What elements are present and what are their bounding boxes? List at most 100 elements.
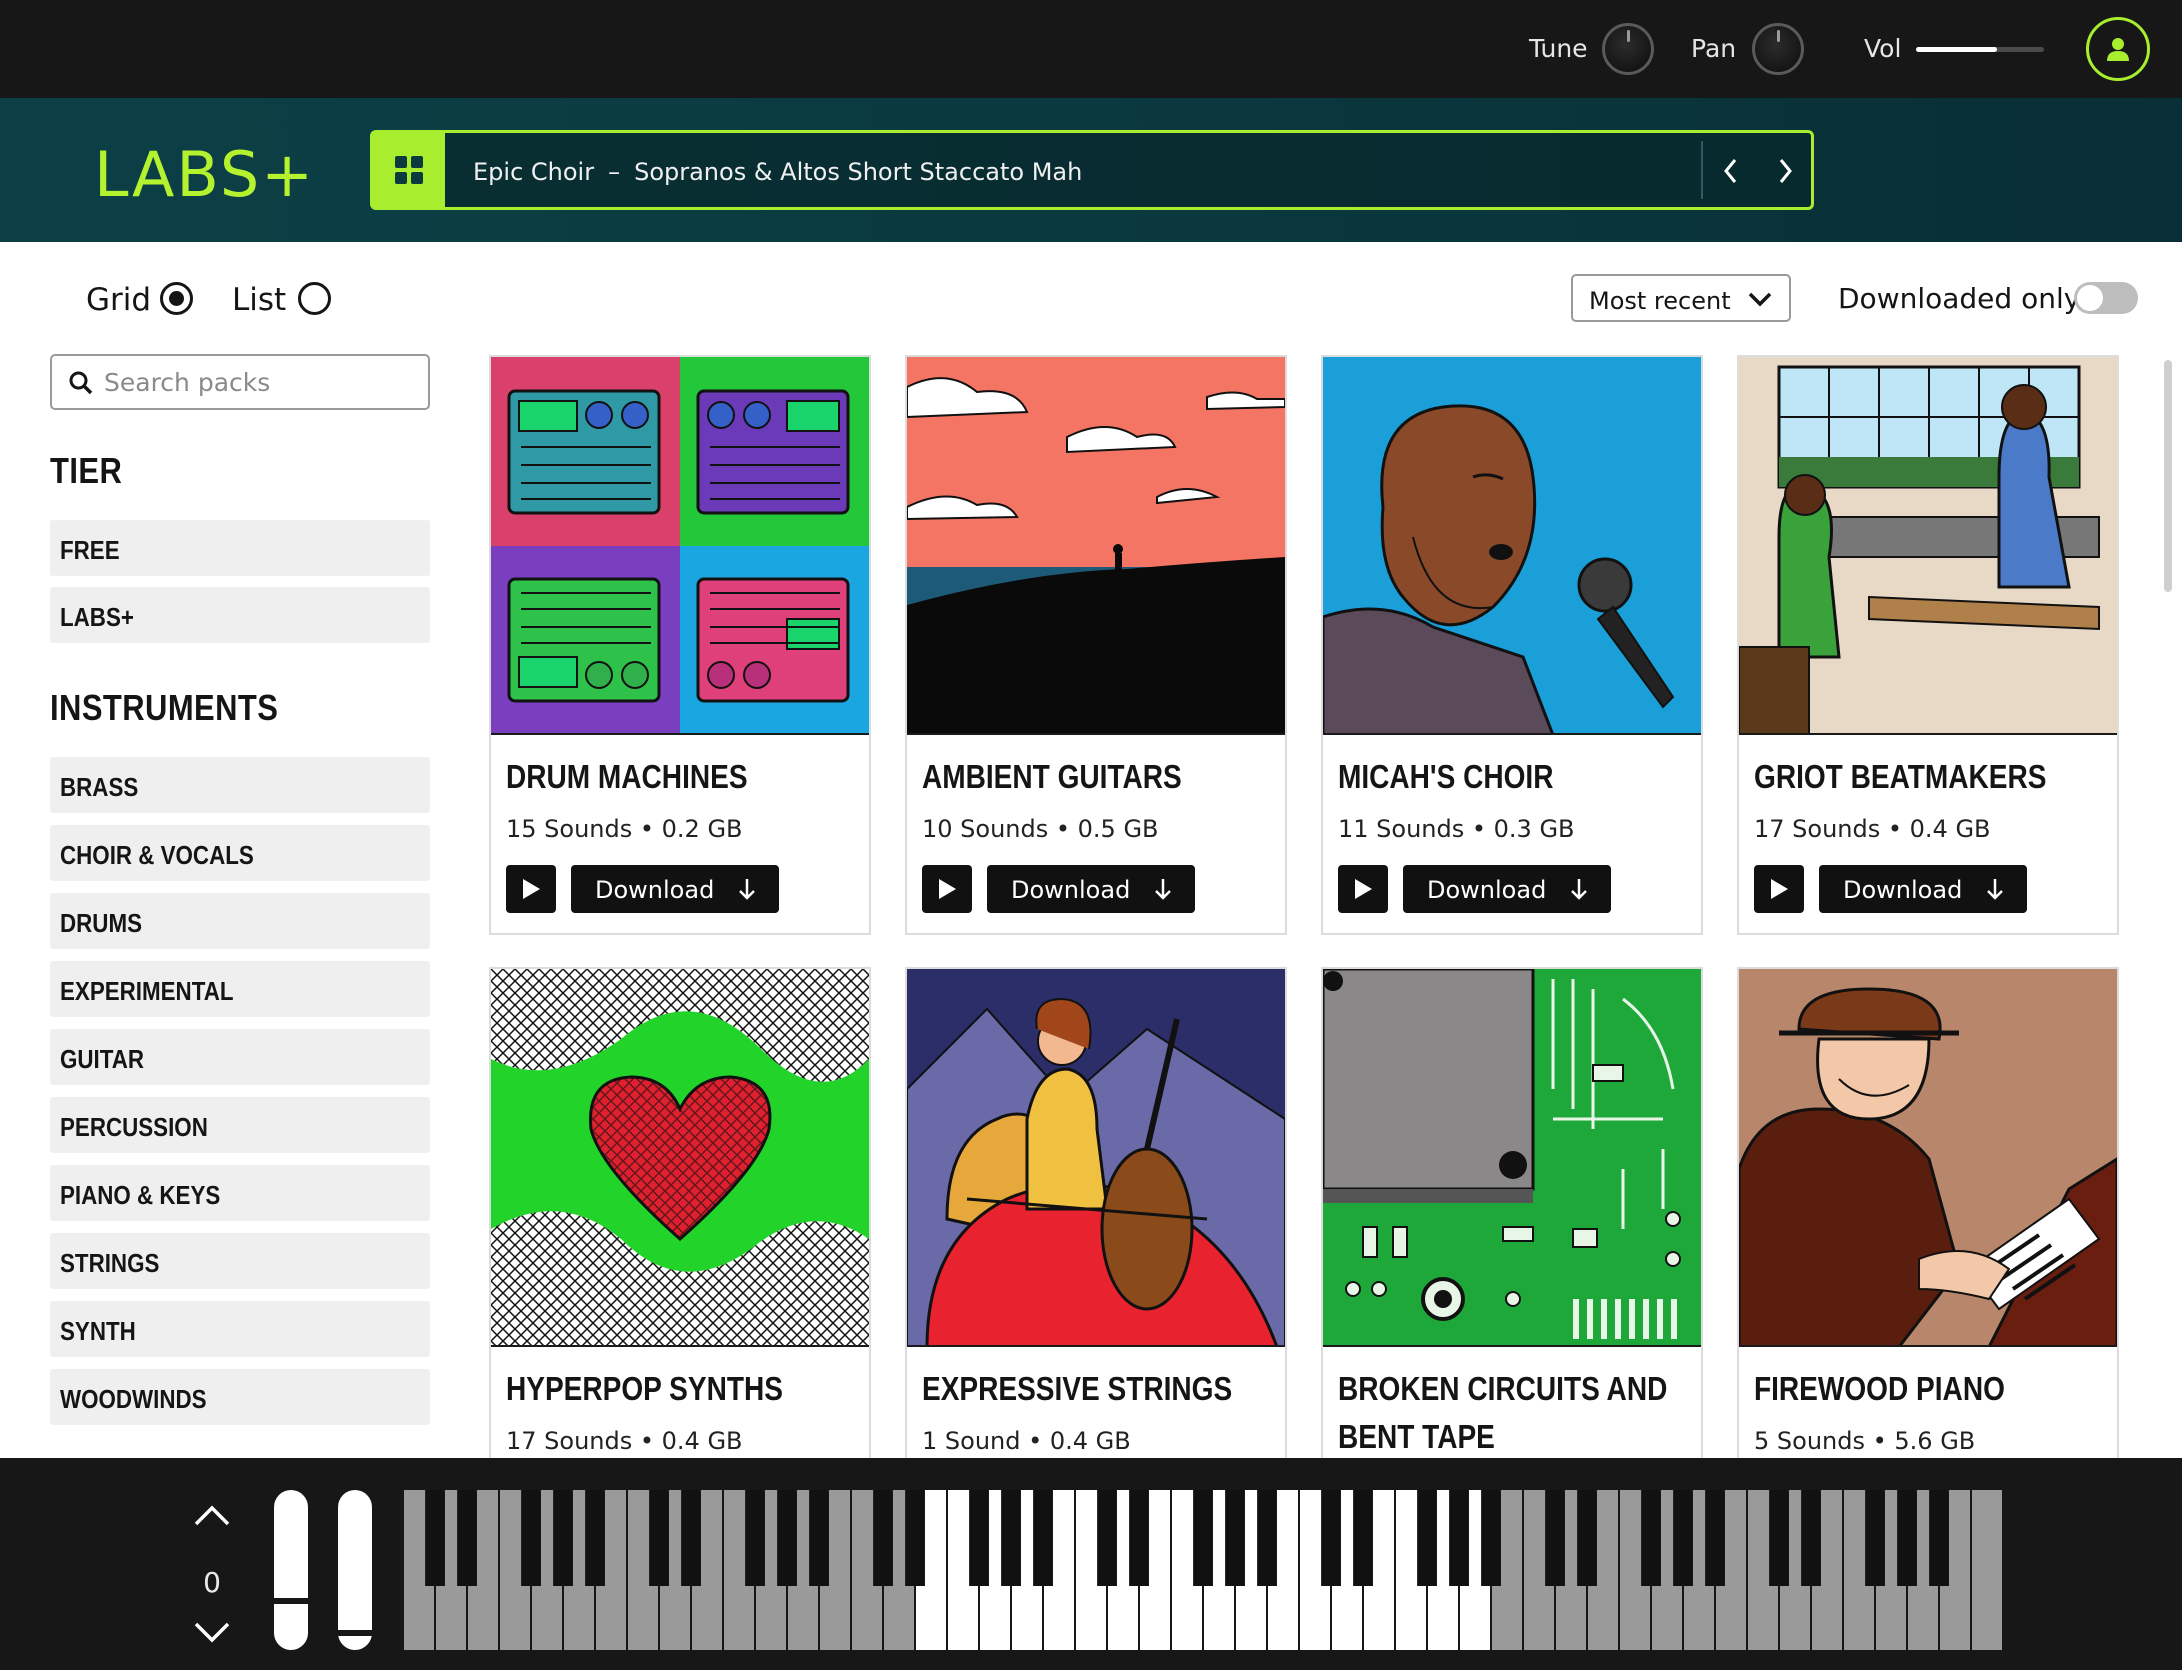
instrument-item-percussion[interactable]: PERCUSSION — [50, 1097, 430, 1153]
account-button[interactable] — [2086, 17, 2150, 81]
black-key[interactable] — [1193, 1490, 1213, 1586]
previous-preset-button[interactable] — [1711, 151, 1751, 191]
black-key[interactable] — [1865, 1490, 1885, 1586]
black-key[interactable] — [1353, 1490, 1373, 1586]
black-key[interactable] — [457, 1490, 477, 1586]
tier-item-free[interactable]: FREE — [50, 520, 430, 576]
sort-dropdown[interactable]: Most recent — [1571, 274, 1791, 322]
black-key[interactable] — [1449, 1490, 1469, 1586]
black-key[interactable] — [969, 1490, 989, 1586]
instrument-item-guitar[interactable]: GUITAR — [50, 1029, 430, 1085]
black-key[interactable] — [425, 1490, 445, 1586]
chevron-up-icon — [194, 1505, 230, 1526]
instrument-item-drums[interactable]: DRUMS — [50, 893, 430, 949]
black-key[interactable] — [1801, 1490, 1821, 1586]
black-key[interactable] — [585, 1490, 605, 1586]
list-view-radio[interactable] — [298, 282, 331, 315]
tier-item-label: FREE — [60, 535, 120, 565]
octave-down-button[interactable] — [190, 1618, 234, 1648]
play-icon — [523, 879, 540, 899]
pack-title: DRUM MACHINES — [506, 758, 748, 795]
black-key[interactable] — [1321, 1490, 1341, 1586]
packs-scrollbar[interactable] — [2164, 360, 2172, 592]
instrument-item-label: DRUMS — [60, 908, 142, 938]
black-key[interactable] — [777, 1490, 797, 1586]
play-icon — [1771, 879, 1788, 899]
download-button[interactable]: Download — [1403, 865, 1611, 913]
pack-card-drum-machines[interactable]: DRUM MACHINES 15 Sounds • 0.2 GB Downloa… — [489, 355, 871, 935]
download-button[interactable]: Download — [1819, 865, 2027, 913]
pack-title-line: BENT TAPE — [1338, 1418, 1495, 1455]
pack-card-ambient-guitars[interactable]: AMBIENT GUITARS 10 Sounds • 0.5 GB Downl… — [905, 355, 1287, 935]
black-key[interactable] — [553, 1490, 573, 1586]
instrument-item-brass[interactable]: BRASS — [50, 757, 430, 813]
black-key[interactable] — [745, 1490, 765, 1586]
black-key[interactable] — [1929, 1490, 1949, 1586]
current-preset[interactable]: Epic Choir – Sopranos & Altos Short Stacca… — [473, 158, 1082, 186]
black-key[interactable] — [1225, 1490, 1245, 1586]
volume-slider[interactable] — [1916, 47, 2044, 52]
instrument-item-strings[interactable]: STRINGS — [50, 1233, 430, 1289]
preview-play-button[interactable] — [506, 865, 556, 913]
black-key[interactable] — [1129, 1490, 1149, 1586]
instrument-item-label: EXPERIMENTAL — [60, 976, 234, 1006]
expressive-strings-art — [907, 969, 1285, 1347]
preset-browser-bar[interactable]: Epic Choir – Sopranos & Altos Short Stacca… — [370, 130, 1814, 210]
tier-item-labs-plus[interactable]: LABS+ — [50, 587, 430, 643]
pack-card-griot-beatmakers[interactable]: GRIOT BEATMAKERS 17 Sounds • 0.4 GB Down… — [1737, 355, 2119, 935]
preset-pack-name: Epic Choir — [473, 158, 595, 186]
preview-play-button[interactable] — [1338, 865, 1388, 913]
instrument-item-piano-keys[interactable]: PIANO & KEYS — [50, 1165, 430, 1221]
black-key[interactable] — [873, 1490, 893, 1586]
black-key[interactable] — [521, 1490, 541, 1586]
octave-up-button[interactable] — [190, 1500, 234, 1530]
black-key[interactable] — [905, 1490, 925, 1586]
pack-title: BROKEN CIRCUITS AND BENT TAPE — [1338, 1365, 1667, 1461]
modulation-wheel[interactable] — [338, 1490, 372, 1650]
downloaded-only-label: Downloaded only — [1838, 282, 2081, 315]
instrument-item-experimental[interactable]: EXPERIMENTAL — [50, 961, 430, 1017]
instrument-item-label: PERCUSSION — [60, 1112, 208, 1142]
ambient-guitars-art — [907, 357, 1285, 735]
download-button[interactable]: Download — [987, 865, 1195, 913]
piano-keyboard[interactable] — [404, 1490, 2004, 1650]
tune-knob[interactable] — [1602, 23, 1654, 75]
black-key[interactable] — [681, 1490, 701, 1586]
black-key[interactable] — [1033, 1490, 1053, 1586]
firewood-piano-art — [1739, 969, 2117, 1347]
downloaded-only-toggle[interactable] — [2074, 282, 2138, 314]
black-key[interactable] — [1769, 1490, 1789, 1586]
instrument-item-choir-vocals[interactable]: CHOIR & VOCALS — [50, 825, 430, 881]
pan-knob[interactable] — [1752, 23, 1804, 75]
pack-card-micahs-choir[interactable]: MICAH'S CHOIR 11 Sounds • 0.3 GB Downloa… — [1321, 355, 1703, 935]
next-preset-button[interactable] — [1765, 151, 1805, 191]
black-key[interactable] — [1097, 1490, 1117, 1586]
preview-play-button[interactable] — [1754, 865, 1804, 913]
download-button[interactable]: Download — [571, 865, 779, 913]
instrument-item-label: STRINGS — [60, 1248, 160, 1278]
wheel-marker — [274, 1598, 308, 1604]
search-input[interactable] — [104, 364, 414, 400]
instruments-heading: INSTRUMENTS — [50, 687, 279, 728]
black-key[interactable] — [1001, 1490, 1021, 1586]
white-key[interactable] — [1972, 1490, 2002, 1650]
black-key[interactable] — [1705, 1490, 1725, 1586]
instrument-item-synth[interactable]: SYNTH — [50, 1301, 430, 1357]
black-key[interactable] — [1417, 1490, 1437, 1586]
browse-grid-button[interactable] — [373, 133, 445, 207]
black-key[interactable] — [649, 1490, 669, 1586]
black-key[interactable] — [1577, 1490, 1597, 1586]
search-packs-field[interactable] — [50, 354, 430, 410]
black-key[interactable] — [1257, 1490, 1277, 1586]
black-key[interactable] — [1673, 1490, 1693, 1586]
instrument-item-woodwinds[interactable]: WOODWINDS — [50, 1369, 430, 1425]
play-icon — [1355, 879, 1372, 899]
preview-play-button[interactable] — [922, 865, 972, 913]
black-key[interactable] — [1641, 1490, 1661, 1586]
black-key[interactable] — [1481, 1490, 1501, 1586]
black-key[interactable] — [1545, 1490, 1565, 1586]
grid-view-radio[interactable] — [160, 282, 193, 315]
black-key[interactable] — [1897, 1490, 1917, 1586]
pitch-bend-wheel[interactable] — [274, 1490, 308, 1650]
black-key[interactable] — [809, 1490, 829, 1586]
